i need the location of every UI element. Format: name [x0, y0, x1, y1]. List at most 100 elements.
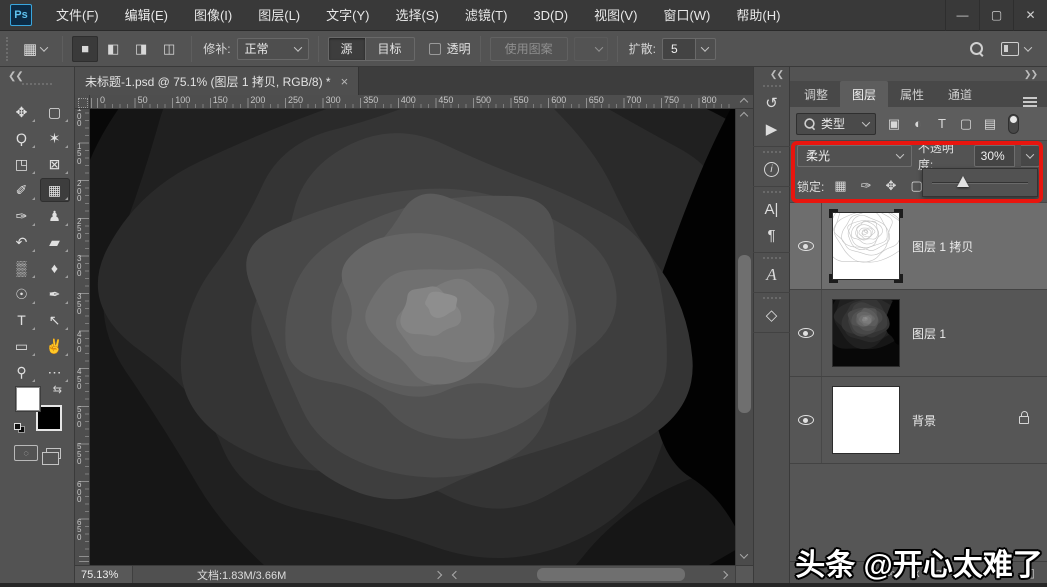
blend-mode-dropdown[interactable]: 柔光 [797, 145, 912, 167]
panel-menu-icon[interactable] [1023, 97, 1037, 99]
menu-item-4[interactable]: 文字(Y) [313, 0, 382, 31]
marquee-tool[interactable]: ▢ [40, 100, 70, 124]
layer-visibility-cell[interactable] [790, 290, 822, 376]
use-pattern-button[interactable]: 使用图案 [490, 37, 568, 61]
eyedropper-tool[interactable]: ✐ [7, 178, 37, 202]
close-button[interactable]: ✕ [1013, 0, 1047, 31]
opacity-slider-thumb[interactable] [957, 176, 969, 187]
paragraph-panel-icon[interactable]: ¶ [757, 222, 787, 248]
selection-intersect-icon[interactable]: ◫ [156, 36, 182, 62]
workspace-switcher[interactable] [1001, 42, 1031, 56]
clone-stamp-tool[interactable]: ♟ [40, 204, 70, 228]
patch-mode-dropdown[interactable]: 正常 [237, 38, 309, 60]
swap-colors-icon[interactable]: ⇆ [53, 383, 62, 396]
layer-row-2[interactable]: 背景 [790, 377, 1047, 464]
collapse-panel-icon[interactable]: ❯❯ [790, 67, 1047, 81]
screen-mode-button[interactable] [46, 448, 61, 459]
type-tool[interactable]: T [7, 308, 37, 332]
menu-item-2[interactable]: 图像(I) [181, 0, 245, 31]
close-tab-icon[interactable]: × [341, 74, 349, 89]
opacity-slider-track[interactable] [932, 182, 1028, 184]
brush-tool[interactable]: ✑ [7, 204, 37, 228]
foreground-color-swatch[interactable] [16, 387, 40, 411]
maximize-button[interactable]: ▢ [979, 0, 1013, 31]
path-select-tool[interactable]: ↖ [40, 308, 70, 332]
lasso-tool[interactable]: Ϙ [7, 126, 37, 150]
minimize-button[interactable]: — [945, 0, 979, 31]
blur-tool[interactable]: ♦ [40, 256, 70, 280]
transparent-checkbox[interactable] [429, 43, 441, 55]
default-colors-icon[interactable] [14, 423, 25, 433]
vertical-scroll-thumb[interactable] [738, 255, 751, 413]
scroll-left-icon[interactable] [452, 570, 460, 578]
layer-visibility-cell[interactable] [790, 203, 822, 289]
panel-tab-属性[interactable]: 属性 [888, 81, 936, 107]
menu-item-10[interactable]: 帮助(H) [723, 0, 793, 31]
filter-type-dropdown[interactable]: 类型 [796, 113, 876, 135]
character-panel-icon[interactable]: A| [757, 196, 787, 222]
menu-item-5[interactable]: 选择(S) [382, 0, 451, 31]
transparent-option[interactable]: 透明 [429, 40, 471, 57]
expand-dock-icon[interactable]: ❮❮ [770, 67, 789, 81]
selection-add-icon[interactable]: ◧ [100, 36, 126, 62]
rectangle-tool[interactable]: ▭ [7, 334, 37, 358]
source-button[interactable]: 源 [328, 37, 366, 61]
lock-artboard-icon[interactable]: ▢ [910, 178, 922, 194]
history-panel-icon[interactable]: ↺ [757, 90, 787, 116]
visibility-eye-icon[interactable] [798, 241, 814, 251]
menu-item-3[interactable]: 图层(L) [245, 0, 313, 31]
gradient-tool[interactable]: ▒ [7, 256, 37, 280]
crop-tool[interactable]: ◳ [7, 152, 37, 176]
menu-item-9[interactable]: 窗口(W) [650, 0, 723, 31]
magic-wand-tool[interactable]: ✶ [40, 126, 70, 150]
layer-thumbnail[interactable] [833, 213, 899, 279]
dodge-tool[interactable]: ☉ [7, 282, 37, 306]
patch-tool[interactable]: ▦ [40, 178, 70, 202]
menu-item-6[interactable]: 滤镜(T) [452, 0, 521, 31]
layer-row-1[interactable]: 图层 1 [790, 290, 1047, 377]
3d-panel-icon[interactable]: ◇ [757, 302, 787, 328]
opacity-dropdown-button[interactable] [1021, 145, 1040, 167]
menu-item-1[interactable]: 编辑(E) [112, 0, 181, 31]
glyphs-panel-icon[interactable]: A [757, 262, 787, 288]
filter-toggle-switch[interactable] [1008, 114, 1019, 134]
horizontal-scroll-thumb[interactable] [537, 568, 685, 581]
move-tool[interactable]: ✥ [7, 100, 37, 124]
frame-tool[interactable]: ⊠ [40, 152, 70, 176]
info-panel-icon[interactable]: i [757, 156, 787, 182]
opacity-field[interactable]: 30% [974, 145, 1015, 167]
document-tab[interactable]: 未标题-1.psd @ 75.1% (图层 1 拷贝, RGB/8) * × [75, 67, 359, 95]
visibility-eye-icon[interactable] [798, 328, 814, 338]
scroll-up-icon[interactable] [740, 112, 748, 120]
layer-thumbnail[interactable] [833, 387, 899, 453]
menu-item-8[interactable]: 视图(V) [581, 0, 650, 31]
history-brush-tool[interactable]: ↶ [7, 230, 37, 254]
lock-position-icon[interactable]: ✥ [886, 178, 897, 194]
filter-smart-object-icon[interactable]: ▤ [981, 116, 999, 132]
tool-preset-picker[interactable]: ▦ [17, 37, 53, 61]
filter-pixel-icon[interactable]: ▣ [885, 116, 903, 132]
filter-adjustment-icon[interactable]: ◐ [909, 116, 927, 131]
actions-panel-icon[interactable]: ▶ [757, 116, 787, 142]
menu-item-0[interactable]: 文件(F) [43, 0, 112, 31]
pen-tool[interactable]: ✒ [40, 282, 70, 306]
collapse-tools-icon[interactable]: ❮❮ [8, 71, 23, 82]
target-button[interactable]: 目标 [366, 37, 415, 61]
filter-type-icon[interactable]: T [933, 116, 951, 131]
menu-item-7[interactable]: 3D(D) [520, 0, 581, 31]
canvas[interactable] [90, 109, 735, 565]
visibility-eye-icon[interactable] [798, 415, 814, 425]
diffusion-field[interactable]: 5 [662, 38, 696, 60]
zoom-level-field[interactable]: 75.13% [75, 566, 133, 584]
zoom-tool[interactable]: ⚲ [7, 360, 37, 384]
panel-tab-通道[interactable]: 通道 [936, 81, 984, 107]
diffusion-dropdown[interactable] [696, 38, 716, 60]
scrollbar-up-zone[interactable] [735, 95, 753, 109]
scroll-up-icon[interactable] [740, 97, 748, 105]
lock-transparency-icon[interactable]: ▦ [834, 178, 846, 194]
selection-new-icon[interactable]: ■ [72, 36, 98, 62]
quick-mask-button[interactable]: ◌ [14, 445, 38, 461]
edit-toolbar-button[interactable]: ⋯ [40, 360, 70, 384]
panel-tab-调整[interactable]: 调整 [792, 81, 840, 107]
vertical-scrollbar[interactable] [735, 109, 753, 565]
